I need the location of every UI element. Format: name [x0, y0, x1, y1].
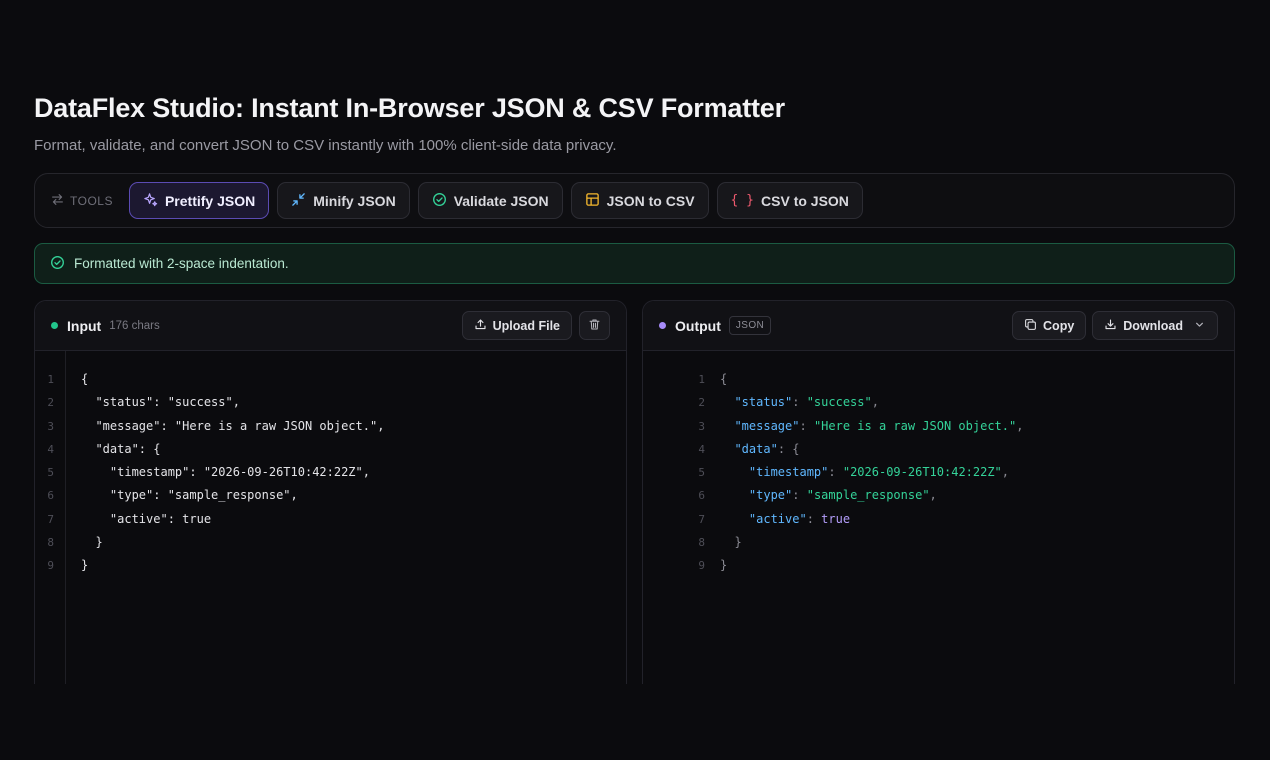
clear-input-button[interactable] — [579, 311, 610, 340]
download-button[interactable]: Download — [1092, 311, 1218, 340]
code-line: { — [720, 372, 728, 386]
trash-icon — [588, 318, 601, 334]
table-icon — [585, 192, 600, 210]
page-subtitle: Format, validate, and convert JSON to CS… — [34, 137, 617, 154]
tools-toolbar: TOOLS Prettify JSON Minify JSON Validate… — [34, 173, 1235, 228]
download-icon — [1104, 318, 1117, 334]
output-panel: Output JSON Copy Download 1 2 3 4 5 6 7 … — [642, 300, 1235, 684]
sparkle-icon — [143, 192, 158, 210]
input-title: Input — [67, 317, 102, 334]
code-line: "active": true — [81, 511, 212, 526]
code-line: "type": "sample_response", — [81, 488, 298, 503]
prettify-json-button[interactable]: Prettify JSON — [128, 182, 270, 219]
code-line: } — [720, 535, 742, 550]
code-line: } — [81, 535, 103, 550]
format-badge: JSON — [728, 316, 772, 335]
code-line: "type": "sample_response", — [748, 488, 937, 503]
code-line: { — [81, 372, 89, 386]
output-code[interactable]: { "status": "success", "message": "Here … — [720, 368, 1023, 578]
json-to-csv-button[interactable]: JSON to CSV — [570, 182, 709, 219]
input-code[interactable]: { "status": "success", "message": "Here … — [81, 368, 384, 578]
status-banner: Formatted with 2-space indentation. — [34, 243, 1235, 284]
code-line: "timestamp": "2026-09-26T10:42:22Z", — [748, 465, 1010, 480]
copy-button[interactable]: Copy — [1012, 311, 1087, 340]
line-numbers: 1 2 3 4 5 6 7 8 9 — [698, 373, 705, 573]
input-status-dot — [51, 322, 58, 329]
code-line: "active": true — [748, 511, 851, 526]
char-count: 176 chars — [109, 319, 160, 332]
check-circle-icon — [50, 255, 65, 273]
output-editor[interactable]: 1 2 3 4 5 6 7 8 9 { "status": "success",… — [643, 351, 1234, 684]
app-page: DataFlex Studio: Instant In-Browser JSON… — [0, 0, 1270, 760]
output-panel-header: Output JSON Copy Download — [643, 301, 1234, 351]
upload-icon — [474, 318, 487, 334]
chevron-down-icon — [1193, 318, 1206, 334]
upload-file-button[interactable]: Upload File — [461, 311, 572, 340]
input-panel: Input 176 chars Upload File 1 2 3 4 5 6 … — [34, 300, 627, 684]
code-line: "message": "Here is a raw JSON object.", — [81, 418, 385, 433]
page-title: DataFlex Studio: Instant In-Browser JSON… — [34, 93, 785, 123]
tools-label: TOOLS — [51, 193, 113, 209]
input-editor[interactable]: 1 2 3 4 5 6 7 8 9 { "status": "success",… — [35, 351, 626, 684]
code-line: "data": { — [734, 441, 800, 456]
status-message: Formatted with 2-space indentation. — [74, 256, 289, 271]
code-line: } — [81, 558, 89, 573]
output-status-dot — [659, 322, 666, 329]
code-line: "status": "success", — [734, 395, 879, 410]
output-title: Output — [675, 317, 721, 334]
code-line: "timestamp": "2026-09-26T10:42:22Z", — [81, 465, 370, 480]
minimize-icon — [291, 192, 306, 210]
code-line: "data": { — [81, 441, 161, 456]
braces-icon: { } — [730, 193, 755, 208]
code-line: } — [720, 558, 728, 573]
validate-json-button[interactable]: Validate JSON — [417, 182, 563, 219]
copy-icon — [1024, 318, 1037, 334]
swap-icon — [51, 193, 64, 209]
csv-to-json-button[interactable]: { } CSV to JSON — [716, 182, 863, 219]
minify-json-button[interactable]: Minify JSON — [277, 182, 410, 219]
input-panel-header: Input 176 chars Upload File — [35, 301, 626, 351]
code-line: "status": "success", — [81, 395, 240, 410]
line-numbers: 1 2 3 4 5 6 7 8 9 — [47, 373, 54, 573]
check-circle-icon — [432, 192, 447, 210]
code-line: "message": "Here is a raw JSON object.", — [734, 418, 1024, 433]
